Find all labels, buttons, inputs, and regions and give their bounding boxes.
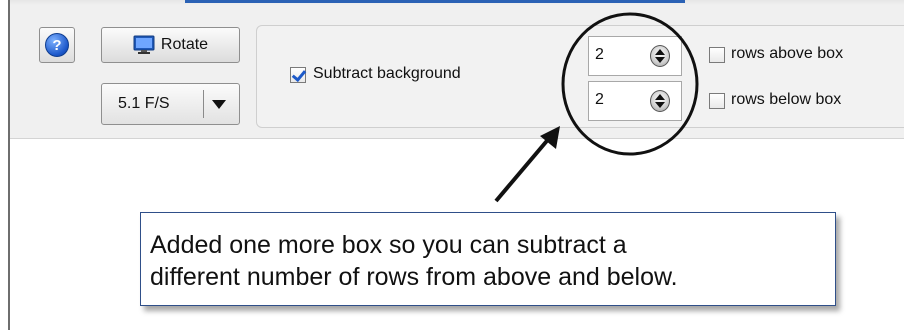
annotation-callout: Added one more box so you can subtract a… (140, 212, 836, 306)
annotation-arrow-line (494, 134, 553, 203)
screenshot-stage: ? Rotate 5.1 F/S Subtract background 2 r… (0, 0, 904, 330)
highlight-circle (561, 12, 699, 156)
callout-line-2: different number of rows from above and … (150, 263, 678, 291)
callout-line-1: Added one more box so you can subtract a (150, 231, 627, 259)
callout-text: Added one more box so you can subtract a… (150, 229, 830, 293)
